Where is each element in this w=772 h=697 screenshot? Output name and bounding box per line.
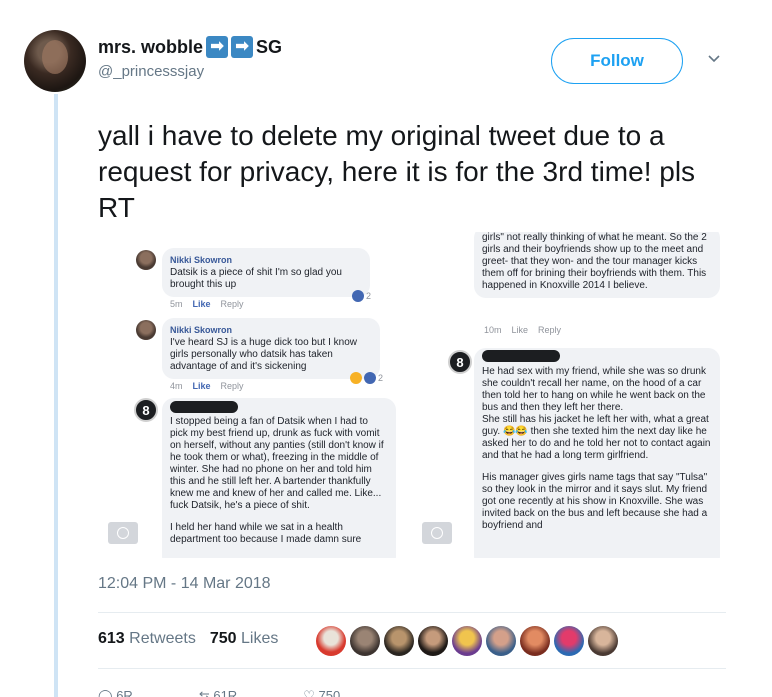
reaction-count: 2 [366,291,372,301]
reaction-count: 2 [378,373,384,383]
right-arrow-emoji-icon: ➡ [231,36,254,58]
liker-avatar[interactable] [316,626,346,656]
divider [98,668,726,669]
reply-count: 6R [116,688,133,697]
comment-text: Datsik is a piece of shit I'm so glad yo… [170,267,342,290]
comment-reply-link: Reply [538,325,562,335]
likes-label[interactable]: Likes [241,630,278,647]
liker-avatar[interactable] [350,626,380,656]
chevron-down-icon[interactable] [707,52,721,66]
comment-text: I've heard SJ is a huge dick too but I k… [170,337,358,372]
comment-r1: girls" not really thinking of what he me… [474,232,720,298]
retweet-icon: ⇆ [198,688,210,697]
retweets-count[interactable]: 613 [98,630,125,647]
comment-time: 10m [484,325,502,335]
commenter-avatar [136,250,156,270]
smile-icon [108,522,138,544]
retweet-count: 61R [213,688,238,697]
heart-icon: ♡ [303,688,315,697]
comment-reply-link: Reply [220,299,244,309]
tweet-actions: ◯ 6R ⇆ 61R ♡ 750 [98,688,340,697]
tweet-timestamp[interactable]: 12:04 PM - 14 Mar 2018 [98,575,271,593]
retweets-label[interactable]: Retweets [129,630,196,647]
comment-time: 4m [170,381,183,391]
liker-avatar[interactable] [554,626,584,656]
comment-reactions: 2 [350,372,383,384]
divider [98,612,726,613]
likers-avatars [316,626,618,656]
comment-author: Nikki Skowron [170,325,233,335]
comment-meta: 10m Like Reply [484,324,561,336]
likes-stat[interactable]: 750 Likes [210,630,279,648]
right-arrow-emoji-icon: ➡ [206,36,229,58]
redacted-name [170,401,238,413]
like-count: 750 [318,688,341,697]
like-reaction-icon [352,290,364,302]
comment-meta: 5m Like Reply [170,298,244,310]
comment-r2: He had sex with my friend, while she was… [474,348,720,558]
tweet-header: mrs. wobble ➡ ➡ SG @_princesssjay [98,36,282,80]
liker-avatar[interactable] [520,626,550,656]
user-badge: 8 [448,350,472,374]
tweet-text: yall i have to delete my original tweet … [98,120,696,223]
reply-icon: ◯ [98,688,113,697]
comment-like-link: Like [192,381,211,391]
comment-time: 5m [170,299,183,309]
smile-icon [422,522,452,544]
comment-author: Nikki Skowron [170,255,233,265]
haha-reaction-icon [350,372,362,384]
comment-reactions: 2 [352,290,371,302]
comment-1: Nikki Skowron Datsik is a piece of shit … [162,248,370,297]
likes-count[interactable]: 750 [210,630,237,647]
tweet-media[interactable]: Nikki Skowron Datsik is a piece of shit … [98,232,726,558]
liker-avatar[interactable] [486,626,516,656]
thread-line [54,94,58,697]
comment-text: He had sex with my friend, while she was… [482,366,706,413]
liker-avatar[interactable] [452,626,482,656]
retweet-action[interactable]: ⇆ 61R [199,688,237,697]
liker-avatar[interactable] [418,626,448,656]
redacted-name [482,350,560,362]
media-image-right[interactable]: girls" not really thinking of what he me… [418,232,726,558]
comment-text-continued: I held her hand while we sat in a health… [170,522,362,545]
commenter-avatar [136,320,156,340]
reply-action[interactable]: ◯ 6R [98,688,133,697]
author-display-name[interactable]: mrs. wobble [98,37,203,58]
tweet-stats: 613 Retweets 750 Likes [98,630,278,648]
comment-text-continued: She still has his jacket he left her wit… [482,414,711,461]
comment-like-link: Like [511,325,529,335]
like-reaction-icon [364,372,376,384]
user-badge: 8 [134,398,158,422]
author-avatar[interactable] [24,30,86,92]
comment-like-link: Like [192,299,211,309]
comment-meta: 4m Like Reply [170,380,244,392]
comment-2: Nikki Skowron I've heard SJ is a huge di… [162,318,380,379]
liker-avatar[interactable] [384,626,414,656]
follow-button[interactable]: Follow [551,38,683,84]
media-image-left[interactable]: Nikki Skowron Datsik is a piece of shit … [98,232,406,558]
retweets-stat[interactable]: 613 Retweets [98,630,196,648]
comment-text: I stopped being a fan of Datsik when I h… [170,416,384,511]
comment-3: I stopped being a fan of Datsik when I h… [162,398,396,558]
like-action[interactable]: ♡ 750 [303,688,340,697]
comment-text: girls" not really thinking of what he me… [482,232,707,291]
author-name-row[interactable]: mrs. wobble ➡ ➡ SG [98,36,282,58]
author-name-suffix[interactable]: SG [256,37,282,58]
author-handle[interactable]: @_princesssjay [98,63,282,80]
liker-avatar[interactable] [588,626,618,656]
comment-reply-link: Reply [220,381,244,391]
comment-text-continued: His manager gives girls name tags that s… [482,472,708,531]
